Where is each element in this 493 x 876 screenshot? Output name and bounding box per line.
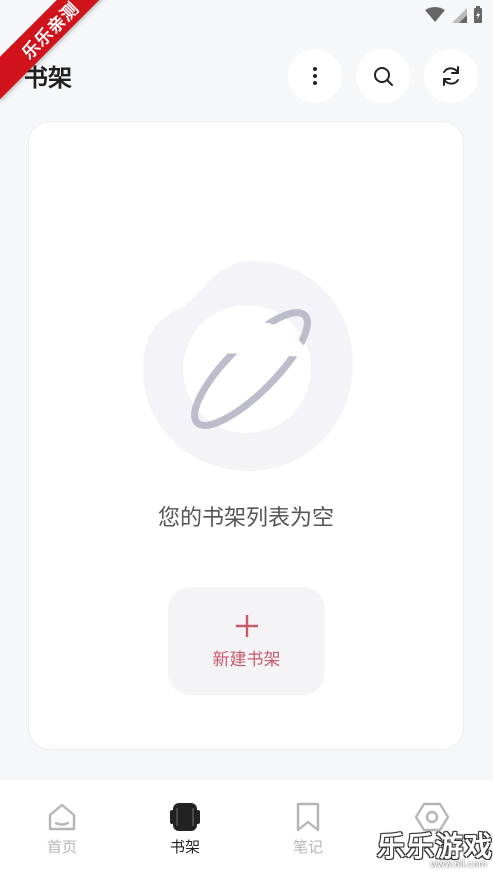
empty-message: 您的书架列表为空 (157, 506, 334, 531)
search-icon (374, 67, 393, 86)
more-options-button[interactable] (288, 49, 342, 103)
bookmark-icon (296, 802, 320, 832)
nav-item-home[interactable]: 首页 (22, 802, 102, 857)
search-button[interactable] (356, 49, 410, 103)
empty-planet-illustration (142, 260, 354, 471)
nav-label-notes: 笔记 (292, 838, 323, 856)
refresh-button[interactable] (424, 49, 478, 103)
home-icon (48, 803, 76, 831)
bookshelf-card: 您的书架列表为空 新建书架 (28, 121, 464, 750)
new-shelf-button[interactable]: 新建书架 (168, 587, 325, 695)
battery-icon (474, 6, 482, 23)
nav-label-home: 首页 (46, 838, 77, 856)
new-shelf-label: 新建书架 (212, 649, 281, 670)
wifi-icon (425, 7, 445, 22)
signal-icon (452, 8, 467, 23)
watermark-logo: 乐乐游戏 (376, 830, 493, 863)
refresh-icon (443, 66, 459, 86)
nav-item-bookshelf[interactable]: 书架 (145, 802, 225, 857)
watermark-url: www.6ll.com (430, 860, 487, 870)
plus-icon (235, 614, 258, 637)
status-icons (425, 6, 483, 24)
nav-label-bookshelf: 书架 (169, 838, 200, 856)
bookshelf-icon (170, 803, 200, 831)
more-vertical-icon (313, 67, 317, 85)
nav-item-notes[interactable]: 笔记 (268, 802, 348, 857)
